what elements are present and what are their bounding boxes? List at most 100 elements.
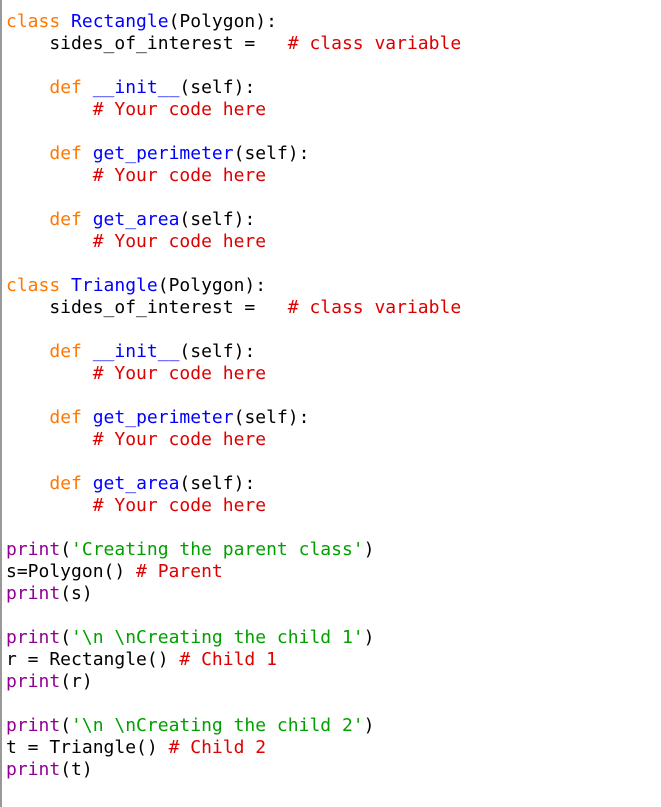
builtin-token: print — [6, 715, 61, 736]
definition-name-token: Rectangle — [71, 11, 169, 32]
plain-token: ( — [60, 627, 72, 648]
plain-token: (Polygon): — [168, 11, 277, 32]
plain-token: sides_of_interest = — [6, 297, 288, 318]
plain-token: sides_of_interest = — [6, 33, 288, 54]
plain-token: (s) — [60, 583, 93, 604]
plain-token: s=Polygon() — [6, 561, 137, 582]
keyword-token: def — [49, 407, 93, 428]
builtin-token: print — [6, 539, 61, 560]
code-line: r = Rectangle() # Child 1 — [6, 649, 661, 671]
plain-token: r = Rectangle() — [6, 649, 180, 670]
code-line: t = Triangle() # Child 2 — [6, 737, 661, 759]
comment-token: # Your code here — [92, 231, 267, 252]
code-line: print('\n \nCreating the child 2') — [6, 715, 661, 737]
code-line: sides_of_interest = # class variable — [6, 297, 661, 319]
code-line: print(s) — [6, 583, 661, 605]
code-line: print(r) — [6, 671, 661, 693]
code-line: def get_perimeter(self): — [6, 407, 661, 429]
code-line: class Triangle(Polygon): — [6, 275, 661, 297]
definition-name-token: get_perimeter — [92, 143, 234, 164]
plain-token: ( — [60, 715, 72, 736]
code-line: def __init__(self): — [6, 341, 661, 363]
builtin-token: print — [6, 759, 61, 780]
code-line: def get_perimeter(self): — [6, 143, 661, 165]
code-line: # Your code here — [6, 495, 661, 517]
code-line: s=Polygon() # Parent — [6, 561, 661, 583]
comment-token: # Your code here — [92, 495, 267, 516]
plain-token: ( — [60, 539, 72, 560]
definition-name-token: get_perimeter — [92, 407, 234, 428]
plain-token: (t) — [60, 759, 93, 780]
comment-token: # Your code here — [92, 165, 267, 186]
code-line: sides_of_interest = # class variable — [6, 33, 661, 55]
comment-token: # Your code here — [92, 429, 267, 450]
plain-token: (self): — [179, 473, 256, 494]
plain-token: (self): — [179, 341, 256, 362]
code-line: def get_area(self): — [6, 209, 661, 231]
code-line: # Your code here — [6, 99, 661, 121]
builtin-token: print — [6, 583, 61, 604]
code-line: print(t) — [6, 759, 661, 781]
keyword-token: def — [49, 209, 93, 230]
plain-token: t = Triangle() — [6, 737, 169, 758]
code-line: # Your code here — [6, 231, 661, 253]
plain-token: (self): — [233, 143, 310, 164]
plain-token: (r) — [60, 671, 93, 692]
code-line: print('\n \nCreating the child 1') — [6, 627, 661, 649]
code-line: # Your code here — [6, 363, 661, 385]
comment-token: # Parent — [136, 561, 223, 582]
code-listing[interactable]: class Rectangle(Polygon): sides_of_inter… — [0, 0, 661, 807]
code-line: print('Creating the parent class') — [6, 539, 661, 561]
comment-token: # class variable — [287, 33, 462, 54]
code-line: # Your code here — [6, 429, 661, 451]
code-line: # Your code here — [6, 165, 661, 187]
comment-token: # Child 1 — [179, 649, 277, 670]
plain-token: (self): — [233, 407, 310, 428]
plain-token: ) — [363, 539, 375, 560]
plain-token: (self): — [179, 77, 256, 98]
code-line: def get_area(self): — [6, 473, 661, 495]
definition-name-token: __init__ — [92, 77, 180, 98]
definition-name-token: get_area — [92, 209, 180, 230]
comment-token: # class variable — [287, 297, 462, 318]
keyword-token: def — [49, 143, 93, 164]
keyword-token: def — [49, 473, 93, 494]
definition-name-token: Triangle — [71, 275, 158, 296]
keyword-token: def — [49, 341, 93, 362]
plain-token: ) — [363, 715, 375, 736]
comment-token: # Child 2 — [168, 737, 267, 758]
string-token: 'Creating the parent class' — [71, 539, 364, 560]
plain-token: (self): — [179, 209, 256, 230]
keyword-token: class — [6, 11, 72, 32]
plain-token: ) — [363, 627, 375, 648]
code-line: class Rectangle(Polygon): — [6, 11, 661, 33]
builtin-token: print — [6, 671, 61, 692]
builtin-token: print — [6, 627, 61, 648]
definition-name-token: __init__ — [92, 341, 180, 362]
keyword-token: def — [49, 77, 93, 98]
keyword-token: class — [6, 275, 72, 296]
code-line: def __init__(self): — [6, 77, 661, 99]
